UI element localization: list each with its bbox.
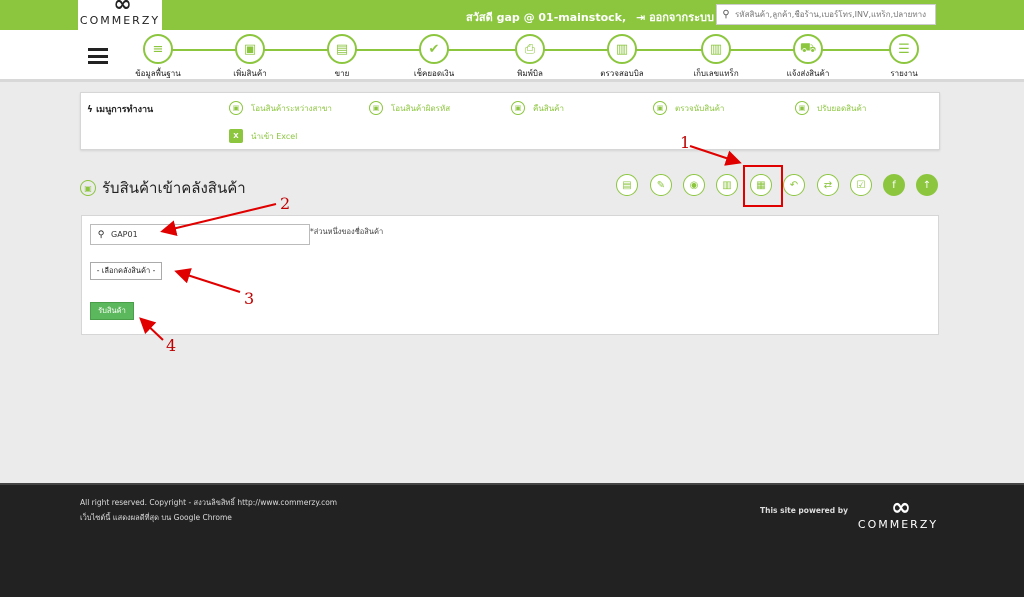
search-icon: ⚲ bbox=[97, 229, 105, 240]
document-icon[interactable]: ▤ bbox=[616, 174, 638, 196]
arrow-up-icon[interactable]: ↑ bbox=[916, 174, 938, 196]
box-icon: ▣ bbox=[795, 101, 809, 115]
footer-powered-by: This site powered by bbox=[760, 506, 848, 515]
nav-item-label: ข้อมูลพื้นฐาน bbox=[135, 69, 181, 78]
nav-item-3[interactable]: ✔ เช็คยอดเงิน bbox=[394, 34, 474, 80]
footer-copyright: All right reserved. Copyright - สงวนลิขส… bbox=[80, 495, 337, 525]
box-icon: ▣ bbox=[369, 101, 383, 115]
logo-text: COMMERZY bbox=[79, 14, 161, 27]
page-title: ▣ รับสินค้าเข้าคลังสินค้า bbox=[80, 176, 246, 200]
menu-title-text: เมนูการทำงาน bbox=[96, 105, 154, 115]
checklist-icon[interactable]: ☑ bbox=[850, 174, 872, 196]
nav-item-4[interactable]: ⎙ พิมพ์บิล bbox=[490, 34, 570, 80]
product-search-field[interactable]: ⚲ bbox=[90, 224, 310, 245]
box-icon: ▣ bbox=[235, 34, 265, 64]
search-hint: *ส่วนหนึ่งของชื่อสินค้า bbox=[310, 227, 384, 236]
brand-logo[interactable]: ∞ COMMERZY bbox=[78, 0, 162, 30]
footer-logo-infinity-icon: ∞ bbox=[891, 493, 911, 521]
logout-label: ออกจากระบบ bbox=[649, 11, 714, 24]
menu-link-label: คืนสินค้า bbox=[533, 103, 565, 113]
nav-item-label: ขาย bbox=[334, 69, 350, 78]
nav-item-label: ตรวจสอบบิล bbox=[600, 69, 644, 78]
printer-icon: ⎙ bbox=[515, 34, 545, 64]
menu-link-label: ตรวจนับสินค้า bbox=[675, 103, 725, 113]
bolt-icon: ϟ bbox=[87, 105, 93, 115]
footer: All right reserved. Copyright - สงวนลิขส… bbox=[0, 483, 1024, 597]
search-icon: ⚲ bbox=[722, 9, 730, 20]
global-search[interactable]: ⚲ bbox=[716, 4, 936, 25]
annotation-label-4: 4 bbox=[166, 336, 177, 355]
main-nav: ≡ ข้อมูลพื้นฐาน ▣ เพิ่มสินค้า ▤ ขาย ✔ เช็คยอดเง… bbox=[0, 30, 1024, 82]
database-icon: ≡ bbox=[143, 34, 173, 64]
nav-item-label: แจ้งส่งสินค้า bbox=[786, 69, 830, 78]
footer-line-1: All right reserved. Copyright - สงวนลิขส… bbox=[80, 498, 338, 507]
receive-form-panel: ⚲ *ส่วนหนึ่งของชื่อสินค้า - เลือกคลังสิน… bbox=[81, 215, 939, 335]
global-search-input[interactable] bbox=[735, 10, 933, 19]
work-menu-panel: ϟ เมนูการทำงาน ▣ โอนสินค้าระหว่างสาขา ▣ โอน… bbox=[80, 92, 940, 150]
report-icon: ☰ bbox=[889, 34, 919, 64]
footer-line-2: เว็บไซต์นี้ แสดงผลดีที่สุด บน Google Chr… bbox=[80, 513, 232, 522]
nav-item-label: พิมพ์บิล bbox=[517, 69, 543, 78]
box-icon: ▣ bbox=[653, 101, 667, 115]
highlight-box-annotation bbox=[743, 165, 783, 207]
hamburger-menu-icon[interactable] bbox=[88, 48, 108, 64]
nav-item-2[interactable]: ▤ ขาย bbox=[302, 34, 382, 80]
page-title-text: รับสินค้าเข้าคลังสินค้า bbox=[102, 179, 246, 197]
menu-link-label: โอนสินค้าผิดรหัส bbox=[391, 103, 451, 113]
box-icon: ▣ bbox=[511, 101, 525, 115]
money-check-icon: ✔ bbox=[419, 34, 449, 64]
cash-register-icon: ▤ bbox=[327, 34, 357, 64]
undo-icon[interactable]: ↶ bbox=[783, 174, 805, 196]
transfer-icon[interactable]: ⇄ bbox=[817, 174, 839, 196]
box-icon: ▣ bbox=[80, 180, 96, 196]
tracking-scan-icon: ▥ bbox=[701, 34, 731, 64]
annotation-label-1: 1 bbox=[680, 133, 691, 152]
nav-item-7[interactable]: ⛟ แจ้งส่งสินค้า bbox=[768, 34, 848, 80]
nav-item-5[interactable]: ▥ ตรวจสอบบิล bbox=[582, 34, 662, 80]
annotation-label-3: 3 bbox=[244, 289, 255, 308]
annotation-label-2: 2 bbox=[280, 194, 291, 213]
logo-infinity-icon: ∞ bbox=[113, 0, 131, 17]
product-search-input[interactable] bbox=[111, 230, 301, 239]
menu-link-label: โอนสินค้าระหว่างสาขา bbox=[251, 103, 332, 113]
footer-logo-text: COMMERZY bbox=[857, 518, 939, 531]
logout-link[interactable]: ⇥ ออกจากระบบ bbox=[636, 11, 714, 24]
menu-link-5[interactable]: X นำเข้า Excel bbox=[229, 129, 297, 143]
excel-icon: X bbox=[229, 129, 243, 143]
menu-link-3[interactable]: ▣ ตรวจนับสินค้า bbox=[653, 101, 724, 115]
menu-title: ϟ เมนูการทำงาน bbox=[87, 102, 153, 116]
menu-link-label: ปรับยอดสินค้า bbox=[817, 103, 867, 113]
pencil-icon[interactable]: ✎ bbox=[650, 174, 672, 196]
nav-item-label: เพิ่มสินค้า bbox=[233, 69, 267, 78]
nav-item-label: เก็บเลขแทร็ก bbox=[693, 69, 739, 78]
camera-icon[interactable]: ◉ bbox=[683, 174, 705, 196]
top-bar: ∞ COMMERZY สวัสดี gap @ 01-mainstock, ⇥ … bbox=[0, 0, 1024, 30]
nav-item-label: เช็คยอดเงิน bbox=[413, 69, 455, 78]
truck-icon: ⛟ bbox=[793, 34, 823, 64]
footer-logo[interactable]: ∞ COMMERZY bbox=[854, 493, 942, 533]
barcode-icon[interactable]: ▥ bbox=[716, 174, 738, 196]
user-greeting: สวัสดี gap @ 01-mainstock, ⇥ ออกจากระบบ bbox=[466, 8, 714, 26]
barcode-scan-icon: ▥ bbox=[607, 34, 637, 64]
menu-link-1[interactable]: ▣ โอนสินค้าผิดรหัส bbox=[369, 101, 450, 115]
menu-link-4[interactable]: ▣ ปรับยอดสินค้า bbox=[795, 101, 866, 115]
nav-item-8[interactable]: ☰ รายงาน bbox=[864, 34, 944, 80]
nav-item-6[interactable]: ▥ เก็บเลขแทร็ก bbox=[676, 34, 756, 80]
greeting-text: สวัสดี gap @ 01-mainstock, bbox=[466, 11, 627, 24]
menu-link-0[interactable]: ▣ โอนสินค้าระหว่างสาขา bbox=[229, 101, 332, 115]
menu-link-2[interactable]: ▣ คืนสินค้า bbox=[511, 101, 564, 115]
warehouse-select[interactable]: - เลือกคลังสินค้า - bbox=[90, 262, 162, 280]
box-icon: ▣ bbox=[229, 101, 243, 115]
logout-icon: ⇥ bbox=[636, 11, 646, 24]
nav-item-label: รายงาน bbox=[890, 69, 918, 78]
menu-link-label: นำเข้า Excel bbox=[251, 131, 298, 141]
nav-item-1[interactable]: ▣ เพิ่มสินค้า bbox=[210, 34, 290, 80]
facebook-icon[interactable]: f bbox=[883, 174, 905, 196]
receive-goods-button[interactable]: รับสินค้า bbox=[90, 302, 134, 320]
nav-item-0[interactable]: ≡ ข้อมูลพื้นฐาน bbox=[118, 34, 198, 80]
